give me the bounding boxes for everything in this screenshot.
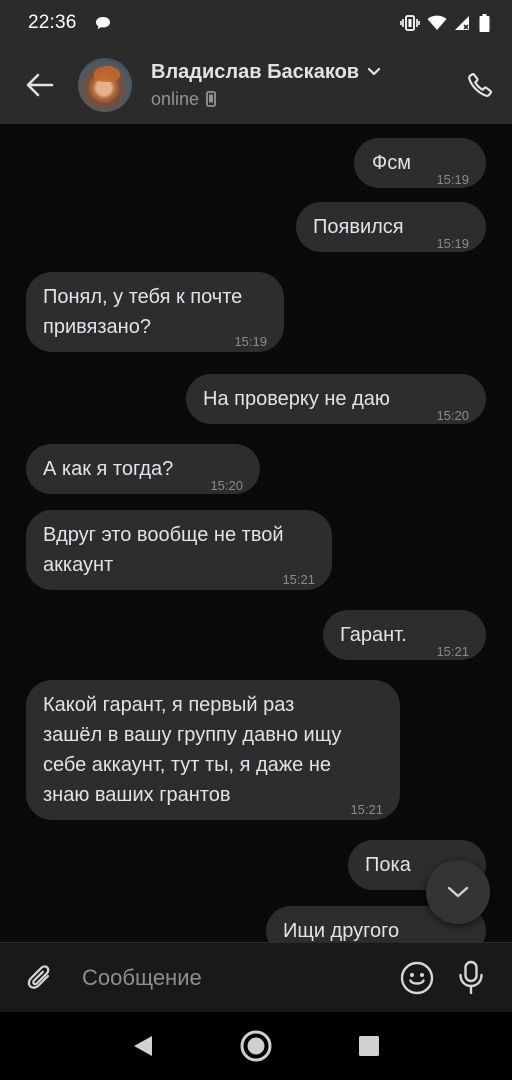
nav-recents-button[interactable] bbox=[344, 1021, 394, 1071]
chat-header: Владислав Баскаков online bbox=[0, 46, 512, 124]
message-bubble-outgoing[interactable]: Появился 15:19 bbox=[296, 202, 486, 252]
message-text: Гарант. bbox=[340, 624, 407, 646]
navigation-bar bbox=[0, 1012, 512, 1080]
contact-name[interactable]: Владислав Баскаков bbox=[151, 61, 359, 84]
back-button[interactable] bbox=[0, 46, 80, 124]
wifi-icon bbox=[427, 15, 447, 30]
mobile-device-icon bbox=[206, 91, 216, 107]
message-text: аккаунт bbox=[43, 554, 114, 576]
phone-icon bbox=[468, 73, 492, 97]
message-text: А как я тогда? bbox=[43, 458, 174, 480]
status-icons bbox=[400, 14, 490, 32]
avatar[interactable] bbox=[78, 58, 132, 112]
message-bubble-incoming[interactable]: Понял, у тебя к почте привязано? 15:19 bbox=[26, 272, 284, 352]
nav-back-button[interactable] bbox=[118, 1021, 168, 1071]
chat-notification-icon bbox=[95, 17, 110, 29]
message-composer bbox=[0, 942, 512, 1012]
message-time: 15:21 bbox=[282, 572, 315, 587]
battery-icon bbox=[479, 14, 490, 32]
message-text: Вдруг это вообще не твой bbox=[43, 524, 284, 546]
message-text: На проверку не даю bbox=[203, 388, 390, 410]
signal-icon bbox=[455, 16, 469, 30]
call-button[interactable] bbox=[448, 46, 512, 124]
message-time: 15:20 bbox=[436, 408, 469, 423]
message-bubble-outgoing[interactable]: Фсм 15:19 bbox=[354, 138, 486, 188]
message-text: себе аккаунт, тут ты, я даже не bbox=[43, 754, 332, 776]
message-text: привязано? bbox=[43, 316, 151, 338]
contact-title[interactable]: Владислав Баскаков online bbox=[151, 61, 381, 110]
message-time: 15:20 bbox=[210, 478, 243, 493]
message-bubble-incoming[interactable]: Вдруг это вообще не твой аккаунт 15:21 bbox=[26, 510, 332, 590]
message-text: Понял, у тебя к почте bbox=[43, 286, 243, 308]
nav-recents-icon bbox=[359, 1036, 380, 1056]
message-input[interactable] bbox=[80, 952, 390, 1003]
nav-home-button[interactable] bbox=[231, 1021, 281, 1071]
message-bubble-incoming[interactable]: Какой гарант, я первый раз зашёл в вашу … bbox=[26, 680, 400, 820]
message-bubble-outgoing[interactable]: На проверку не даю 15:20 bbox=[186, 374, 486, 424]
vibrate-icon bbox=[400, 15, 420, 31]
message-time: 15:19 bbox=[436, 236, 469, 251]
message-text: зашёл в вашу группу давно ищу bbox=[43, 724, 342, 746]
message-time: 15:21 bbox=[436, 933, 469, 942]
message-time: 15:19 bbox=[436, 172, 469, 187]
scroll-down-button[interactable] bbox=[426, 860, 490, 924]
message-bubble-incoming[interactable]: А как я тогда? 15:20 bbox=[26, 444, 260, 494]
back-arrow-icon bbox=[26, 73, 54, 97]
message-text: Фсм bbox=[372, 152, 411, 174]
message-text: Какой гарант, я первый раз bbox=[43, 694, 295, 716]
message-time: 15:19 bbox=[234, 334, 267, 349]
microphone-icon bbox=[459, 960, 483, 994]
message-time: 15:21 bbox=[350, 802, 383, 817]
chevron-down-icon[interactable] bbox=[367, 67, 381, 77]
chevron-down-icon bbox=[447, 886, 469, 898]
paperclip-icon bbox=[27, 964, 50, 989]
message-text: Появился bbox=[313, 216, 404, 238]
status-time: 22:36 bbox=[28, 12, 77, 33]
message-text: Пока bbox=[365, 854, 411, 876]
emoji-icon bbox=[400, 961, 434, 994]
attach-button[interactable] bbox=[0, 943, 80, 1013]
status-bar: 22:36 bbox=[0, 0, 512, 46]
emoji-button[interactable] bbox=[390, 943, 444, 1013]
voice-message-button[interactable] bbox=[444, 943, 498, 1013]
message-text: Ищи другого bbox=[283, 920, 400, 942]
nav-home-icon bbox=[240, 1030, 272, 1062]
message-list[interactable]: Фсм 15:19 Появился 15:19 Понял, у тебя к… bbox=[0, 124, 512, 942]
nav-back-icon bbox=[133, 1036, 152, 1056]
online-status: online bbox=[151, 88, 200, 109]
message-text: знаю ваших грантов bbox=[43, 784, 231, 806]
message-time: 15:21 bbox=[436, 644, 469, 659]
message-bubble-outgoing[interactable]: Гарант. 15:21 bbox=[323, 610, 486, 660]
